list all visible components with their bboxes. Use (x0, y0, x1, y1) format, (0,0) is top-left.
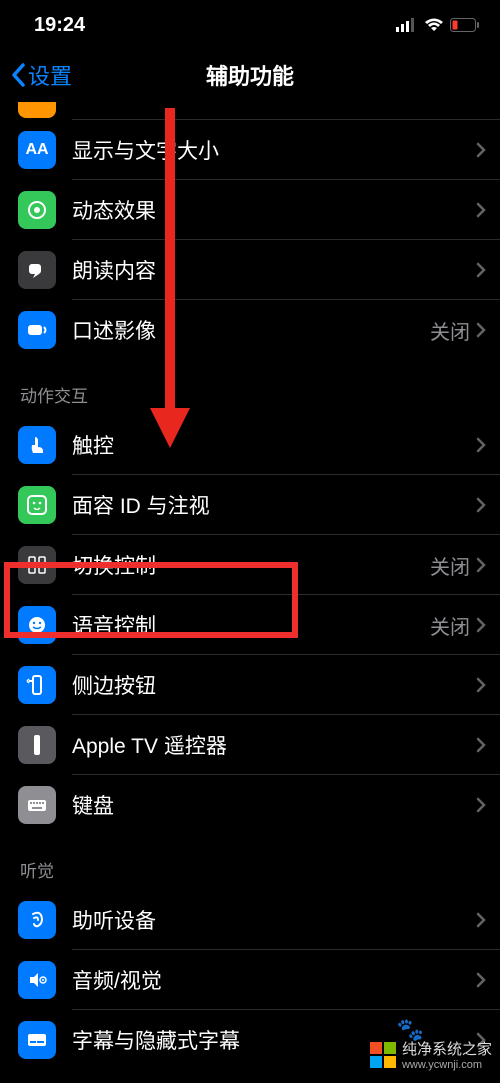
row-label: 口述影像 (72, 315, 430, 345)
chevron-right-icon (476, 497, 486, 513)
row-appletv-remote[interactable]: Apple TV 遥控器 (0, 715, 500, 775)
chevron-right-icon (476, 557, 486, 573)
row-switch-control[interactable]: 切换控制 关闭 (0, 535, 500, 595)
chevron-right-icon (476, 912, 486, 928)
audio-desc-icon (18, 311, 56, 349)
row-touch[interactable]: 触控 (0, 415, 500, 475)
battery-low-icon (450, 18, 480, 32)
row-value: 关闭 (430, 316, 470, 345)
row-label: Apple TV 遥控器 (72, 730, 476, 760)
row-label: 侧边按钮 (72, 670, 476, 700)
chevron-right-icon (476, 617, 486, 633)
chevron-right-icon (476, 797, 486, 813)
switch-icon (18, 546, 56, 584)
row-label: 动态效果 (72, 195, 476, 225)
speech-icon (18, 251, 56, 289)
keyboard-icon (18, 786, 56, 824)
nav-bar: 设置 辅助功能 (0, 50, 500, 100)
section-header-hearing: 听觉 (0, 835, 500, 890)
chevron-right-icon (476, 677, 486, 693)
watermark-text: 纯净系统之家 (402, 1038, 492, 1059)
chevron-right-icon (476, 202, 486, 218)
watermark-logo-icon (370, 1042, 396, 1068)
chevron-left-icon (10, 63, 26, 87)
chevron-right-icon (476, 972, 486, 988)
back-button[interactable]: 设置 (0, 59, 72, 91)
row-value: 关闭 (430, 611, 470, 640)
touch-icon (18, 426, 56, 464)
section-header-general: 通用 (0, 1070, 500, 1083)
remote-icon (18, 726, 56, 764)
row-label: 切换控制 (72, 550, 430, 580)
watermark-url: www.ycwnji.com (402, 1059, 492, 1071)
row-label: 触控 (72, 430, 476, 460)
chevron-right-icon (476, 262, 486, 278)
motion-icon (18, 191, 56, 229)
row-label: 语音控制 (72, 610, 430, 640)
wifi-icon (424, 18, 444, 32)
row-label: 助听设备 (72, 905, 476, 935)
row-spoken-content[interactable]: 朗读内容 (0, 240, 500, 300)
row-voiceover-partial[interactable] (0, 100, 500, 120)
page-title: 辅助功能 (0, 59, 500, 91)
section-header-motor: 动作交互 (0, 360, 500, 415)
row-value: 关闭 (430, 551, 470, 580)
row-voice-control[interactable]: 语音控制 关闭 (0, 595, 500, 655)
audio-visual-icon (18, 961, 56, 999)
row-label: 键盘 (72, 790, 476, 820)
voice-icon (18, 606, 56, 644)
row-audio-visual[interactable]: 音频/视觉 (0, 950, 500, 1010)
faceid-icon (18, 486, 56, 524)
chevron-right-icon (476, 737, 486, 753)
status-time: 19:24 (34, 14, 85, 37)
cc-icon (18, 1021, 56, 1059)
chevron-right-icon (476, 322, 486, 338)
voiceover-icon (18, 102, 56, 118)
text-size-icon: AA (18, 131, 56, 169)
signal-icon (396, 18, 418, 32)
row-label: 面容 ID 与注视 (72, 490, 476, 520)
row-label: 显示与文字大小 (72, 135, 476, 165)
side-button-icon (18, 666, 56, 704)
row-faceid[interactable]: 面容 ID 与注视 (0, 475, 500, 535)
status-icons-group (396, 18, 480, 32)
row-motion[interactable]: 动态效果 (0, 180, 500, 240)
chevron-right-icon (476, 142, 486, 158)
chevron-right-icon (476, 437, 486, 453)
row-audio-descriptions[interactable]: 口述影像 关闭 (0, 300, 500, 360)
row-label: 音频/视觉 (72, 965, 476, 995)
row-hearing-devices[interactable]: 助听设备 (0, 890, 500, 950)
row-keyboard[interactable]: 键盘 (0, 775, 500, 835)
row-label: 朗读内容 (72, 255, 476, 285)
row-display-text-size[interactable]: AA 显示与文字大小 (0, 120, 500, 180)
row-side-button[interactable]: 侧边按钮 (0, 655, 500, 715)
watermark: 纯净系统之家 www.ycwnji.com (370, 1038, 492, 1071)
status-bar: 19:24 (0, 0, 500, 50)
ear-icon (18, 901, 56, 939)
back-label: 设置 (28, 59, 72, 91)
